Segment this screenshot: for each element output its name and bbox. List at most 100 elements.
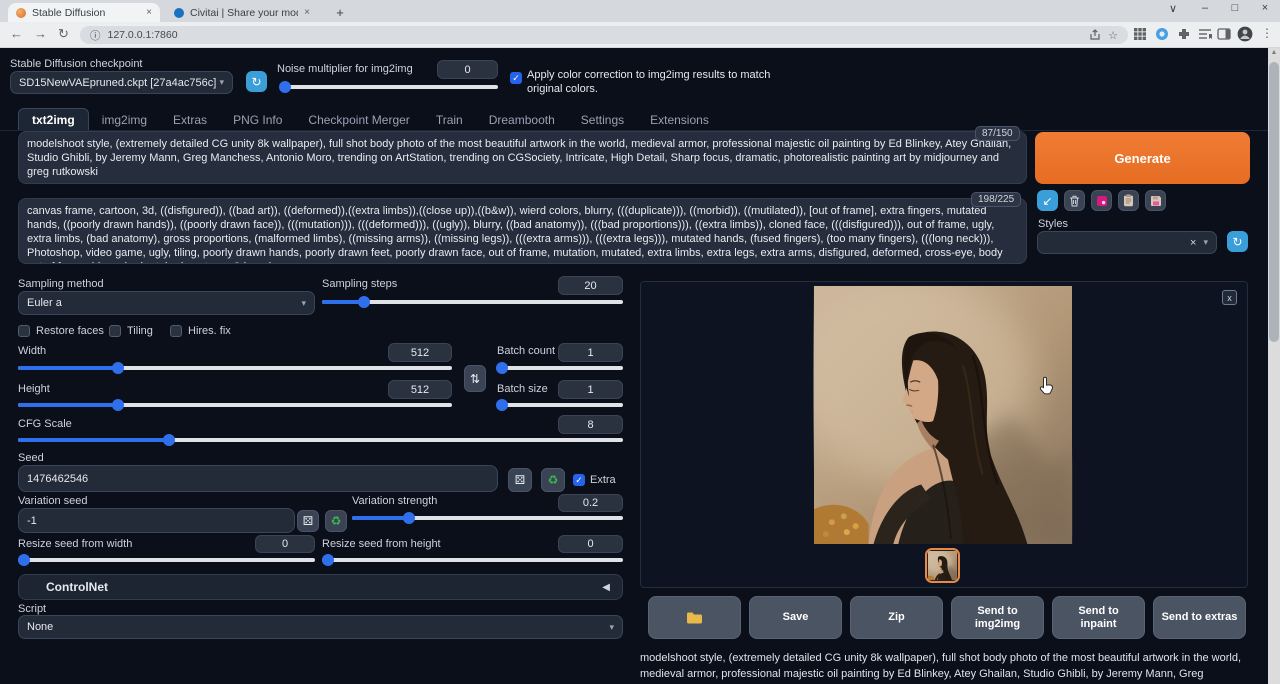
clipboard-icon (1123, 194, 1134, 207)
tab-extras[interactable]: Extras (160, 109, 220, 131)
send-to-extras-button[interactable]: Send to extras (1153, 596, 1246, 639)
address-bar[interactable]: ⓘ 127.0.0.1:7860 ☆ (80, 26, 1128, 44)
save-style-button[interactable] (1145, 190, 1166, 211)
cfg-scale-slider[interactable] (18, 438, 623, 442)
resize-seed-height-value[interactable]: 0 (558, 535, 623, 553)
random-seed-button[interactable]: ⚄ (508, 468, 532, 492)
batch-count-value[interactable]: 1 (558, 343, 623, 362)
noise-multiplier-value[interactable]: 0 (437, 60, 498, 79)
width-slider[interactable] (18, 366, 452, 370)
script-select[interactable]: None ▾ (18, 615, 623, 639)
reading-list-icon[interactable] (1198, 27, 1212, 41)
paste-generation-params-button[interactable]: ↙ (1037, 190, 1058, 211)
height-value[interactable]: 512 (388, 380, 452, 399)
tab-settings[interactable]: Settings (568, 109, 637, 131)
batch-size-label: Batch size (497, 383, 548, 395)
zip-button[interactable]: Zip (850, 596, 943, 639)
variation-strength-slider[interactable] (352, 516, 623, 520)
forward-icon[interactable]: → (34, 26, 47, 41)
page-scrollbar[interactable]: ▲ (1268, 48, 1280, 684)
side-panel-icon[interactable] (1217, 27, 1231, 41)
batch-size-value[interactable]: 1 (558, 380, 623, 399)
extra-seed-checkbox[interactable]: ✓ (573, 474, 585, 486)
noise-multiplier-slider[interactable] (281, 85, 498, 89)
styles-label: Styles (1038, 218, 1068, 230)
batch-size-slider[interactable] (497, 403, 623, 407)
app-root: Stable Diffusion × Civitai | Share your … (0, 0, 1280, 684)
bookmark-star-icon[interactable]: ☆ (1108, 29, 1118, 42)
sampling-steps-slider[interactable] (322, 300, 623, 304)
tab-extensions[interactable]: Extensions (637, 109, 722, 131)
negative-prompt-input[interactable]: canvas frame, cartoon, 3d, ((disfigured)… (18, 198, 1027, 264)
browser-menu-icon[interactable]: ⋮ (1261, 26, 1273, 40)
generated-image[interactable] (813, 286, 1073, 544)
send-to-inpaint-button[interactable]: Send to inpaint (1052, 596, 1145, 639)
clear-styles-icon[interactable]: × (1190, 237, 1196, 249)
generate-button[interactable]: Generate (1035, 132, 1250, 184)
tab-img2img[interactable]: img2img (89, 109, 160, 131)
window-maximize-button[interactable]: □ (1226, 2, 1244, 14)
extension-grid-icon[interactable] (1133, 27, 1147, 41)
tab-png-info[interactable]: PNG Info (220, 109, 295, 131)
scrollbar-up-icon[interactable]: ▲ (1269, 49, 1279, 56)
cfg-scale-value[interactable]: 8 (558, 415, 623, 434)
result-preview-pane: x (640, 281, 1248, 588)
scrollbar-thumb[interactable] (1269, 62, 1279, 342)
random-variation-seed-button[interactable]: ⚄ (297, 510, 319, 532)
reuse-seed-button[interactable]: ♻ (541, 468, 565, 492)
back-icon[interactable]: ← (10, 26, 23, 41)
color-correction-checkbox[interactable]: ✓ (510, 72, 522, 84)
extension-badge-icon[interactable] (1155, 27, 1169, 41)
check-icon: ✓ (575, 475, 583, 485)
variation-strength-value[interactable]: 0.2 (558, 494, 623, 512)
sampling-method-select[interactable]: Euler a ▾ (18, 291, 315, 315)
prompt-input[interactable]: modelshoot style, (extremely detailed CG… (18, 131, 1027, 184)
open-folder-button[interactable] (648, 596, 741, 639)
tab-checkpoint-merger[interactable]: Checkpoint Merger (295, 109, 422, 131)
extensions-puzzle-icon[interactable] (1177, 27, 1191, 41)
tab-txt2img[interactable]: txt2img (18, 108, 89, 131)
controlnet-accordion[interactable]: ControlNet ◀ (18, 574, 623, 600)
reuse-variation-seed-button[interactable]: ♻ (325, 510, 347, 532)
restore-faces-checkbox[interactable] (18, 325, 30, 337)
tab-dreambooth[interactable]: Dreambooth (476, 109, 568, 131)
window-close-button[interactable]: × (1256, 2, 1274, 14)
resize-seed-height-slider[interactable] (322, 558, 623, 562)
reload-icon[interactable]: ↻ (58, 26, 69, 42)
tab-close-icon[interactable]: × (304, 7, 310, 18)
save-button[interactable]: Save (749, 596, 842, 639)
sampling-steps-value[interactable]: 20 (558, 276, 623, 295)
hires-fix-checkbox[interactable] (170, 325, 182, 337)
close-preview-button[interactable]: x (1222, 290, 1237, 305)
checkpoint-select[interactable]: SD15NewVAEpruned.ckpt [27a4ac756c] ▾ (10, 71, 233, 94)
tiling-checkbox[interactable] (109, 325, 121, 337)
collapse-arrow-icon: ◀ (602, 582, 610, 593)
variation-seed-input[interactable]: -1 (18, 508, 295, 533)
resize-seed-width-slider[interactable] (18, 558, 315, 562)
resize-seed-width-value[interactable]: 0 (255, 535, 315, 553)
swap-dimensions-button[interactable]: ⇅ (464, 365, 486, 392)
height-slider[interactable] (18, 403, 452, 407)
gallery-thumbnail[interactable] (925, 548, 960, 583)
new-tab-button[interactable]: + (332, 5, 348, 21)
folder-icon (686, 611, 703, 625)
share-icon[interactable] (1089, 29, 1101, 41)
tab-train[interactable]: Train (423, 109, 476, 131)
clear-prompt-button[interactable] (1064, 190, 1085, 211)
site-info-icon[interactable]: ⓘ (90, 28, 101, 43)
apply-style-button[interactable] (1118, 190, 1139, 211)
seed-input[interactable]: 1476462546 (18, 465, 498, 492)
styles-select[interactable]: × ▾ (1037, 231, 1217, 254)
profile-avatar[interactable] (1237, 26, 1253, 42)
send-to-img2img-button[interactable]: Send to img2img (951, 596, 1044, 639)
refresh-checkpoints-button[interactable]: ↻ (246, 71, 267, 92)
width-value[interactable]: 512 (388, 343, 452, 362)
window-chevron-icon[interactable]: ∨ (1164, 2, 1182, 15)
tab-close-icon[interactable]: × (146, 7, 152, 18)
extra-networks-button[interactable] (1091, 190, 1112, 211)
window-minimize-button[interactable]: – (1196, 2, 1214, 14)
browser-tab-stable-diffusion[interactable]: Stable Diffusion × (8, 3, 160, 22)
batch-count-slider[interactable] (497, 366, 623, 370)
refresh-styles-button[interactable]: ↻ (1227, 231, 1248, 252)
browser-tab-civitai[interactable]: Civitai | Share your models × (166, 3, 318, 22)
